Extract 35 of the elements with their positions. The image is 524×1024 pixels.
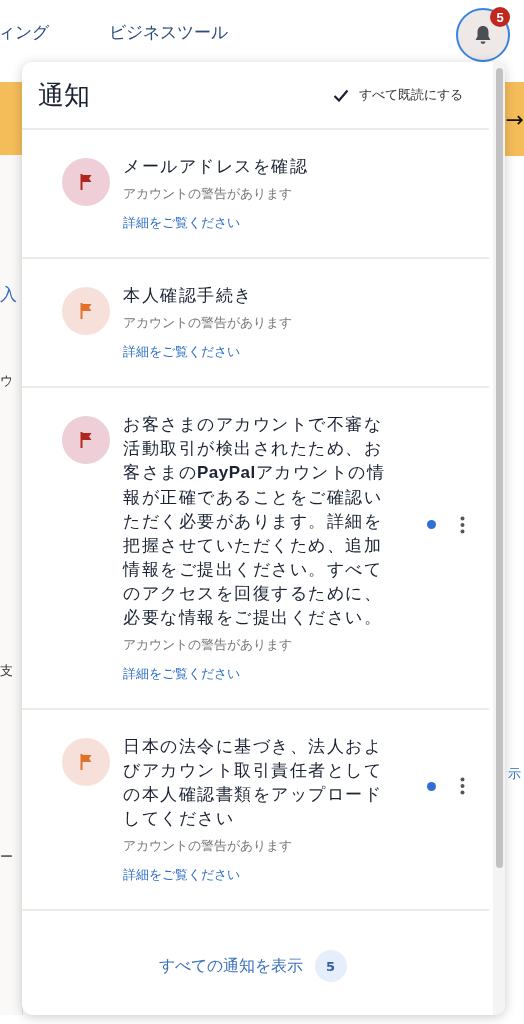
page-text: 示 [508,765,521,783]
details-link[interactable]: 詳細をご覧ください [123,666,240,683]
details-link[interactable]: 詳細をご覧ください [123,867,240,884]
notifications-button[interactable]: 5 [456,8,510,62]
notification-subtitle: アカウントの警告があります [123,838,293,855]
mark-all-read-button[interactable]: すべて既読にする [333,86,463,104]
notification-item[interactable]: 日本の法令に基づき、法人およびアカウント取引責任者としての本人確認書類をアップロードしてください アカウントの警告があります 詳細をご覧ください [22,710,489,911]
notification-title: 本人確認手続き [123,284,254,307]
details-link[interactable]: 詳細をご覧ください [123,344,240,361]
notification-subtitle: アカウントの警告があります [123,186,293,203]
notification-title: お客さまのアカウントで不審な活動取引が検出されたため、お客さまのPayPalアカウントの情報が正確であることをご確認いただく必要があります。詳細を把握させていただくため、追加情報をご提出ください。すべてのアクセスを回復するために、必要な情報をご提出ください。 [123,413,387,629]
more-options-button[interactable] [460,515,465,534]
view-all-link[interactable]: すべての通知を表示 [158,955,303,977]
page-text: ー [0,848,13,866]
notification-count: 5 [314,950,347,982]
notification-title: 日本の法令に基づき、法人およびアカウント取引責任者としての本人確認書類をアップロードしてください [123,735,383,830]
nav-link[interactable]: ィング [0,20,49,44]
page-text: 入 [0,283,17,306]
notification-item[interactable]: メールアドレスを確認 アカウントの警告があります 詳細をご覧ください [22,130,489,259]
details-link[interactable]: 詳細をご覧ください [123,215,240,232]
notification-count: 5 [490,7,510,27]
more-options-button[interactable] [460,777,465,795]
bell-icon [474,25,492,45]
panel-title: 通知 [38,78,90,112]
notification-item[interactable]: 本人確認手続き アカウントの警告があります 詳細をご覧ください [22,259,489,388]
scrollbar[interactable] [493,62,505,1015]
nav-link[interactable]: ビジネスツール [109,20,228,44]
notification-title: メールアドレスを確認 [123,155,309,178]
checkmark-icon [333,88,349,102]
notification-subtitle: アカウントの警告があります [123,315,293,332]
page-text: ウ [0,372,13,390]
notification-subtitle: アカウントの警告があります [123,637,293,654]
page-text: 支 [0,662,13,680]
arrow-icon: → [505,106,524,132]
notification-item[interactable]: お客さまのアカウントで不審な活動取引が検出されたため、お客さまのPayPalアカウントの情報が正確であることをご確認いただく必要があります。詳細を把握させていただくため、追加情報をご提出ください。すべてのアクセスを回復するために、必要な情報をご提出ください。 アカウントの警告があります 詳細をご覧ください [22,388,489,710]
